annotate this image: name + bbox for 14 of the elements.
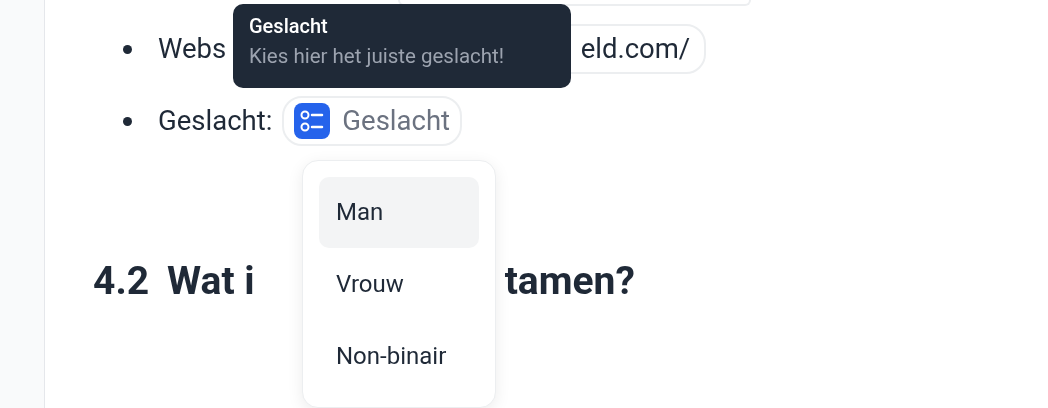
bullet-icon xyxy=(123,44,132,54)
tooltip-title: Geslacht xyxy=(249,14,329,38)
dropdown-option[interactable]: Man xyxy=(319,177,479,248)
gender-select[interactable]: Geslacht xyxy=(282,96,463,146)
heading-text: tamen? xyxy=(504,257,635,306)
dropdown-option[interactable]: Non-binair xyxy=(319,320,479,391)
tooltip-text: Kies hier het juiste geslacht! xyxy=(249,44,506,68)
field-label: Webs xyxy=(158,31,227,68)
heading-text: Wat i xyxy=(167,257,255,306)
field-label: Geslacht: xyxy=(158,103,273,140)
bullet-icon xyxy=(123,116,132,126)
section-number: 4.2 xyxy=(93,257,150,306)
dropdown-option[interactable]: Vrouw xyxy=(319,248,479,320)
checklist-icon xyxy=(294,103,331,139)
